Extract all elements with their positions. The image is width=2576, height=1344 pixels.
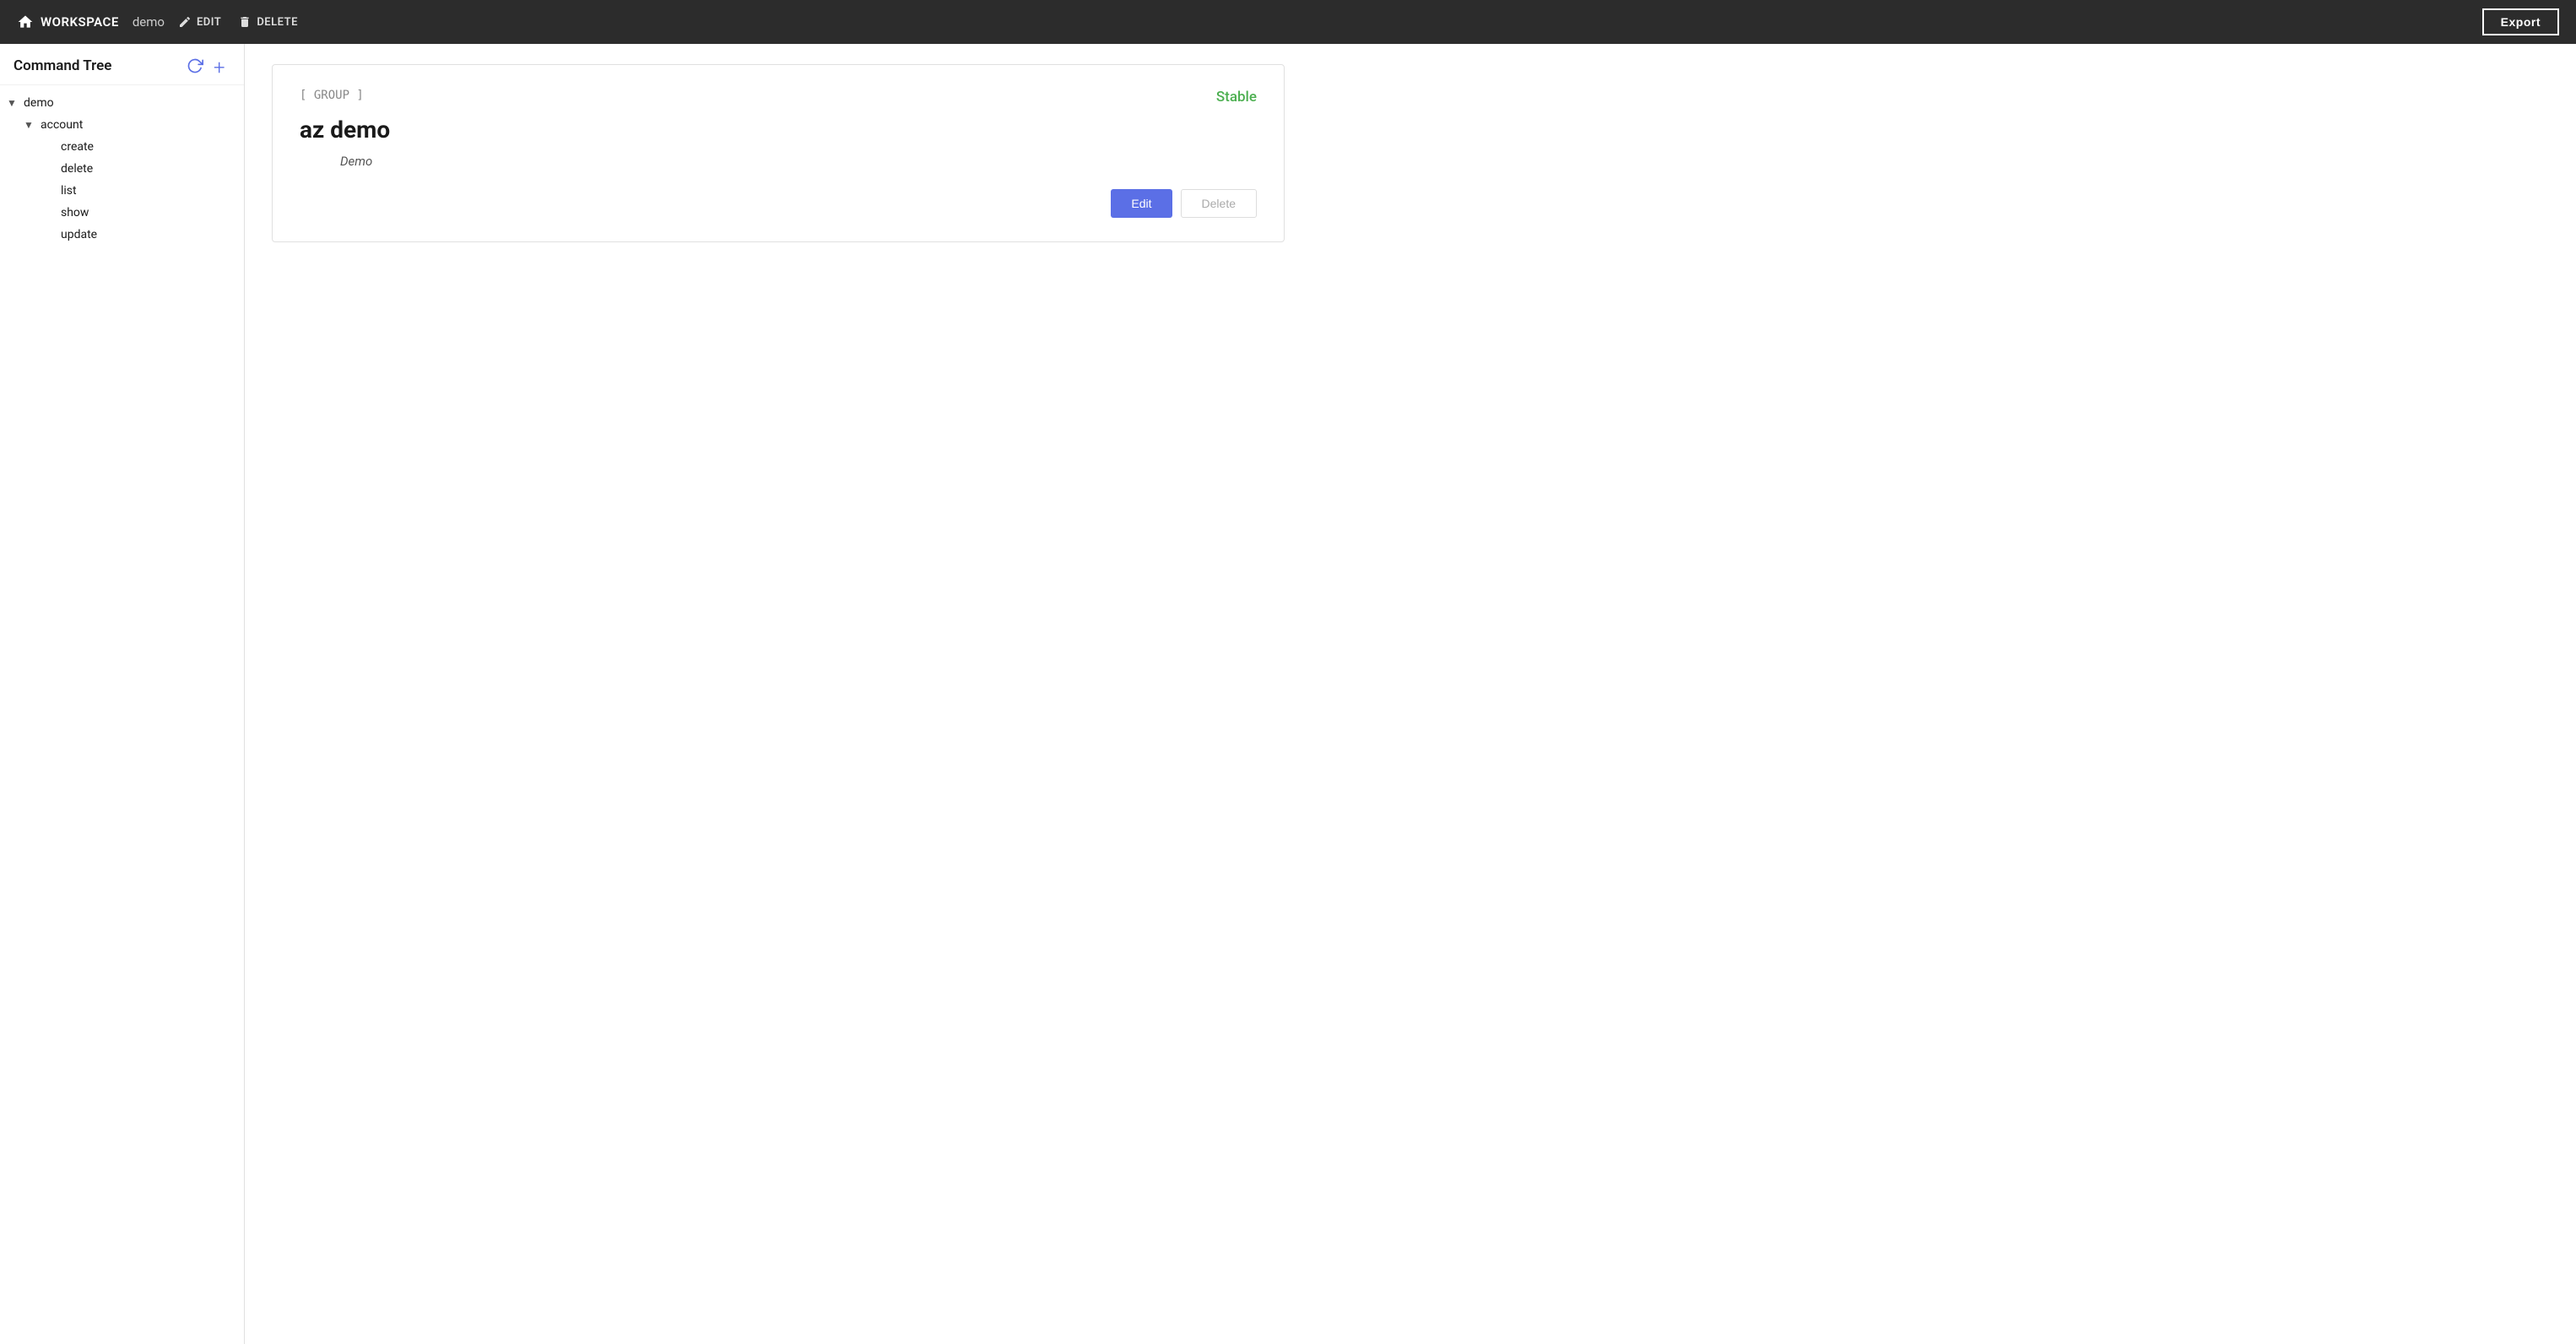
trash-icon — [238, 15, 252, 29]
delete-label: DELETE — [257, 16, 298, 29]
detail-description: Demo — [340, 154, 1257, 169]
detail-actions: Edit Delete — [300, 189, 1257, 218]
tree-label-delete: delete — [61, 162, 93, 176]
detail-panel: [ GROUP ] Stable az demo Demo Edit Delet… — [245, 44, 2576, 1344]
tree-label-create: create — [61, 140, 94, 154]
delete-action[interactable]: DELETE — [238, 15, 298, 29]
tree-item-show[interactable]: show — [0, 202, 244, 224]
tree-label-list: list — [61, 184, 77, 198]
delete-button[interactable]: Delete — [1181, 189, 1257, 218]
navbar: WORKSPACE demo EDIT DELETE Export — [0, 0, 2576, 44]
navbar-right: Export — [2482, 8, 2559, 35]
sidebar-header-actions: + — [187, 57, 230, 74]
tree-label-show: show — [61, 206, 89, 219]
detail-title: az demo — [300, 116, 1257, 144]
add-icon[interactable]: + — [214, 57, 230, 74]
tree-item-account[interactable]: ▼ account — [0, 114, 244, 136]
pencil-icon — [178, 15, 192, 29]
export-button[interactable]: Export — [2482, 8, 2559, 35]
tree-item-update[interactable]: update — [0, 224, 244, 246]
tree: ▼ demo ▼ account create delete list — [0, 85, 244, 252]
tree-label-demo: demo — [24, 96, 54, 110]
edit-button[interactable]: Edit — [1111, 189, 1172, 218]
navbar-left: WORKSPACE demo EDIT DELETE — [17, 14, 2482, 30]
sidebar-title: Command Tree — [14, 57, 111, 74]
tree-item-demo[interactable]: ▼ demo — [0, 92, 244, 114]
detail-status: Stable — [1216, 89, 1257, 106]
workspace-label: WORKSPACE — [41, 14, 119, 30]
tree-item-create[interactable]: create — [0, 136, 244, 158]
edit-label: EDIT — [197, 16, 221, 29]
tree-label-account: account — [41, 118, 83, 132]
navbar-actions: EDIT DELETE — [178, 15, 298, 29]
chevron-account: ▼ — [24, 119, 37, 131]
edit-action[interactable]: EDIT — [178, 15, 221, 29]
tree-item-delete[interactable]: delete — [0, 158, 244, 180]
tree-label-update: update — [61, 228, 97, 241]
detail-card: [ GROUP ] Stable az demo Demo Edit Delet… — [272, 64, 1285, 242]
sidebar-header: Command Tree + — [0, 44, 244, 85]
refresh-icon[interactable] — [187, 57, 203, 74]
home-icon — [17, 14, 34, 30]
sidebar: Command Tree + ▼ demo ▼ account — [0, 44, 245, 1344]
detail-tag: [ GROUP ] — [300, 89, 1257, 102]
chevron-demo: ▼ — [7, 97, 20, 109]
tree-item-list[interactable]: list — [0, 180, 244, 202]
navbar-demo: demo — [133, 14, 165, 30]
home-link[interactable]: WORKSPACE — [17, 14, 119, 30]
main-content: Command Tree + ▼ demo ▼ account — [0, 44, 2576, 1344]
